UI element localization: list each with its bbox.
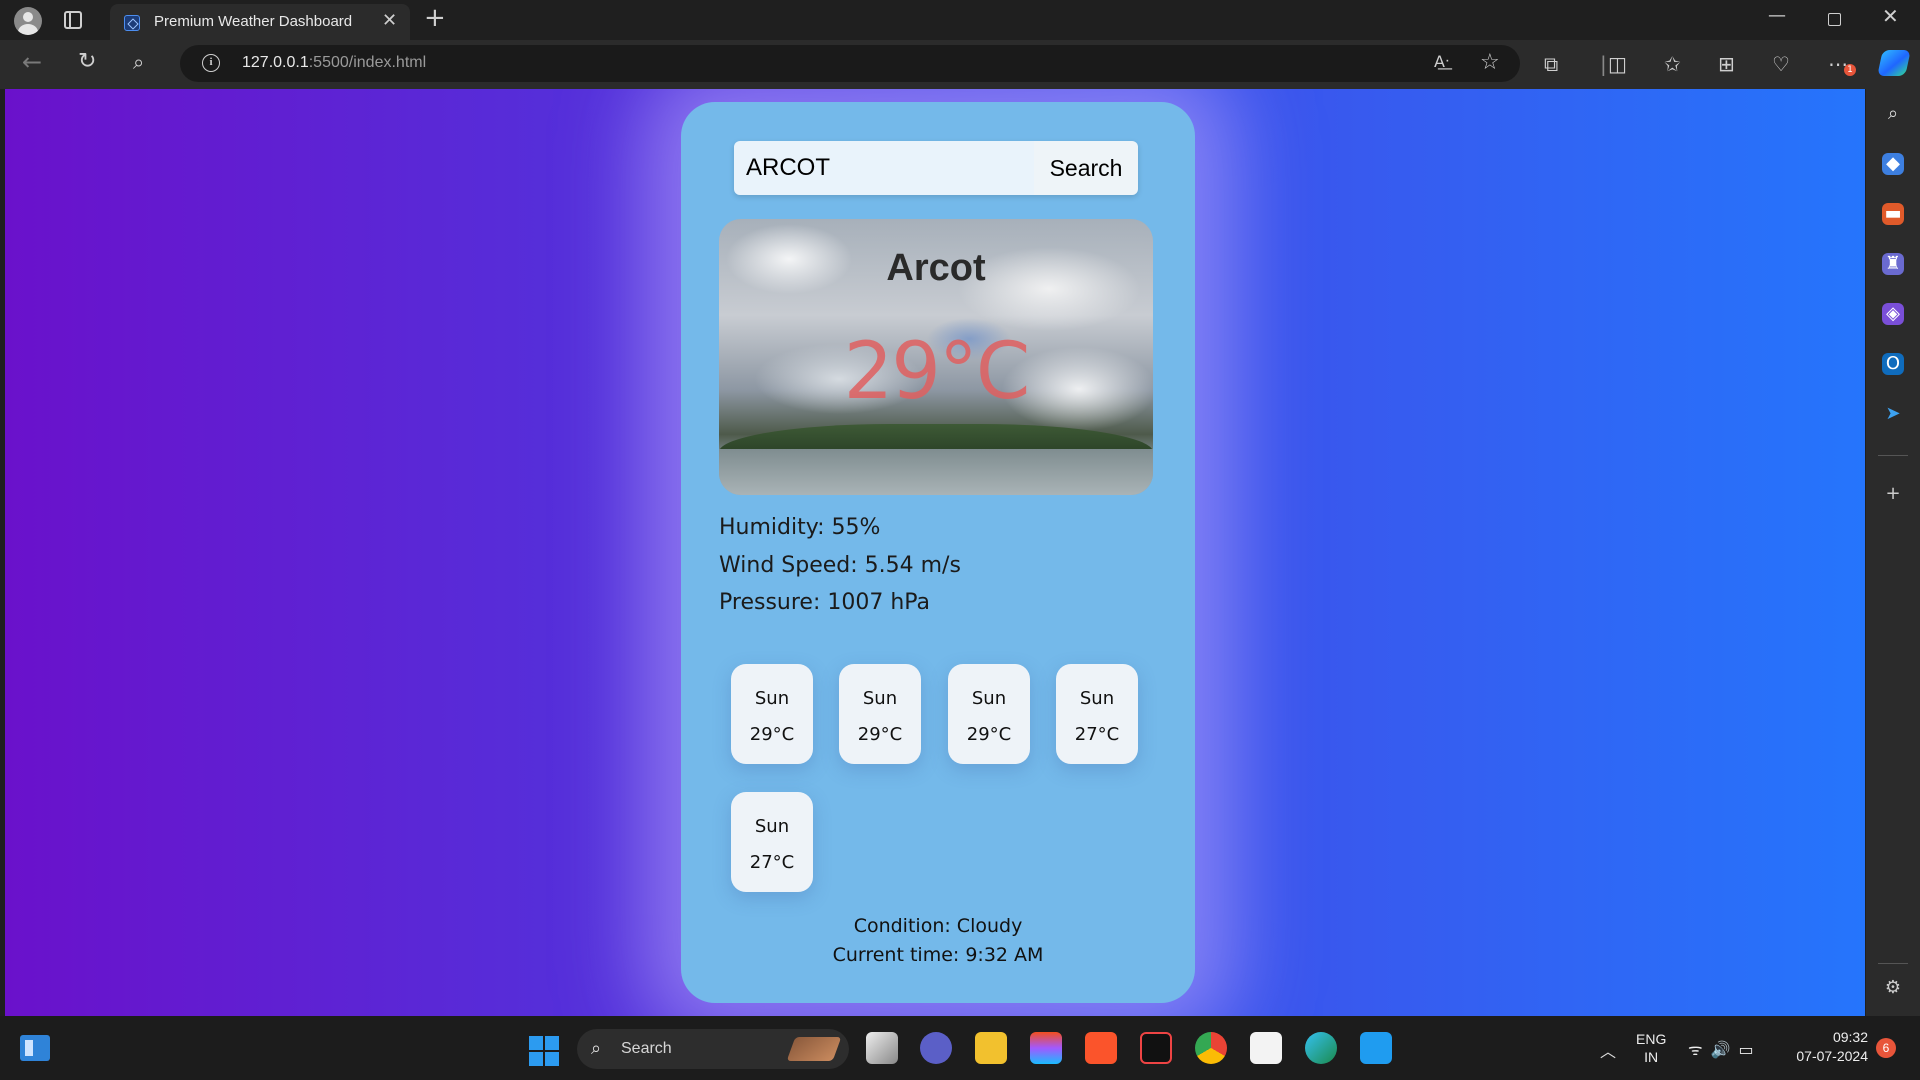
forecast-day: Sun — [754, 688, 790, 709]
tray-overflow-icon[interactable]: ︿ — [1600, 1038, 1616, 1062]
minimize-icon[interactable]: — — [1768, 6, 1786, 26]
teams-icon[interactable] — [920, 1032, 952, 1064]
sidebar-search-icon[interactable]: ⌕ — [1882, 103, 1904, 125]
search-icon[interactable]: ⌕ — [133, 52, 144, 72]
forecast-card: Sun 29°C — [948, 664, 1030, 764]
taskbar-search-label: Search — [621, 1040, 672, 1057]
forecast-card: Sun 29°C — [839, 664, 921, 764]
file-explorer-icon[interactable] — [975, 1032, 1007, 1064]
taskbar-search[interactable]: ⌕ Search — [577, 1029, 849, 1069]
system-tray-icons[interactable]: ᯤ🔊▭ — [1688, 1038, 1762, 1060]
forecast-day: Sun — [971, 688, 1007, 709]
forecast-temp: 29°C — [749, 724, 795, 745]
toolbar-badge: 1 — [1844, 64, 1856, 76]
brave-icon[interactable] — [1085, 1032, 1117, 1064]
widgets-icon[interactable] — [20, 1035, 50, 1061]
affinity-icon[interactable] — [1140, 1032, 1172, 1064]
collections-icon[interactable]: ⊞ — [1718, 52, 1735, 76]
search-button[interactable]: Search — [1034, 141, 1138, 195]
weather-card: Search Arcot 29°C Humidity: 55% Wind Spe… — [681, 102, 1195, 1003]
extensions-icon[interactable]: ⧉ — [1544, 52, 1558, 76]
sidebar-divider — [1878, 963, 1908, 964]
forecast-temp: 27°C — [749, 852, 795, 873]
add-sidebar-app-icon[interactable]: + — [1882, 483, 1904, 505]
language-indicator[interactable]: ENG IN — [1636, 1030, 1666, 1066]
forecast-day: Sun — [754, 816, 790, 837]
lang-top: ENG — [1636, 1031, 1667, 1047]
forecast-day: Sun — [1079, 688, 1115, 709]
clock-time: 09:32 — [1832, 1029, 1868, 1045]
split-screen-icon[interactable]: ◫ — [1608, 52, 1627, 76]
address-bar[interactable]: i 127.0.0.1:5500/index.html A͟ᐧ ☆ — [180, 45, 1520, 82]
toolbar-divider: | — [1600, 52, 1607, 76]
hero-tree-line — [719, 424, 1153, 452]
search-icon: ⌕ — [591, 1038, 602, 1059]
weather-hero-image: Arcot 29°C — [719, 219, 1153, 495]
shopping-tag-icon[interactable]: ◆ — [1882, 153, 1904, 175]
tab-title: Premium Weather Dashboard — [154, 13, 353, 30]
read-aloud-icon[interactable]: A͟ᐧ — [1434, 52, 1449, 71]
back-icon[interactable]: ← — [22, 50, 42, 74]
tab-actions-icon[interactable] — [64, 11, 82, 29]
wind-speed-stat: Wind Speed: 5.54 m/s — [719, 553, 961, 578]
tools-icon[interactable]: ▬ — [1882, 203, 1904, 225]
search-highlight-image — [786, 1037, 842, 1061]
browser-essentials-icon[interactable]: ♡ — [1772, 52, 1790, 76]
refresh-icon[interactable]: ↻ — [78, 51, 96, 73]
city-search-input[interactable] — [734, 141, 1034, 195]
pressure-stat: Pressure: 1007 hPa — [719, 590, 931, 615]
browser-title-bar: Premium Weather Dashboard ✕ + — ✕ — [0, 0, 1920, 40]
clock-date: 07-07-2024 — [1796, 1048, 1868, 1064]
tab-active[interactable]: Premium Weather Dashboard ✕ — [110, 4, 410, 40]
search-bar: Search — [734, 141, 1138, 195]
forecast-card: Sun 27°C — [731, 792, 813, 892]
tab-favicon-icon — [124, 15, 140, 31]
outlook-icon[interactable]: O — [1882, 353, 1904, 375]
city-name: Arcot — [886, 247, 986, 289]
start-button[interactable] — [529, 1036, 559, 1066]
chrome-icon[interactable] — [1195, 1032, 1227, 1064]
weather-condition: Condition: Cloudy — [853, 915, 1023, 937]
lang-bottom: IN — [1644, 1049, 1659, 1065]
restore-icon[interactable] — [1828, 13, 1841, 26]
page-viewport: Search Arcot 29°C Humidity: 55% Wind Spe… — [5, 89, 1865, 1016]
profile-avatar[interactable] — [14, 7, 42, 35]
notification-badge[interactable]: 6 — [1876, 1038, 1896, 1058]
task-view-icon[interactable] — [866, 1032, 898, 1064]
url-path: :5500/index.html — [308, 54, 427, 71]
humidity-stat: Humidity: 55% — [719, 515, 881, 540]
figma-icon[interactable] — [1030, 1032, 1062, 1064]
tab-close-icon[interactable]: ✕ — [382, 10, 397, 31]
games-icon[interactable]: ♜ — [1882, 253, 1904, 275]
new-tab-icon[interactable]: + — [424, 5, 446, 31]
edge-icon[interactable] — [1305, 1032, 1337, 1064]
forecast-temp: 27°C — [1074, 724, 1120, 745]
url-text[interactable]: 127.0.0.1:5500/index.html — [242, 54, 426, 72]
store-icon[interactable] — [1250, 1032, 1282, 1064]
drop-icon[interactable]: ➤ — [1882, 403, 1904, 425]
favorites-icon[interactable]: ✩ — [1664, 52, 1681, 76]
forecast-day: Sun — [862, 688, 898, 709]
forecast-card: Sun 27°C — [1056, 664, 1138, 764]
site-info-icon[interactable]: i — [202, 54, 220, 72]
microsoft365-icon[interactable]: ◈ — [1882, 303, 1904, 325]
sidebar-settings-icon[interactable]: ⚙ — [1882, 977, 1904, 999]
windows-taskbar: ⌕ Search ︿ ENG IN ᯤ🔊▭ 09:32 07-07-2024 6 — [0, 1016, 1920, 1080]
forecast-card: Sun 29°C — [731, 664, 813, 764]
current-time: Current time: 9:32 AM — [832, 944, 1044, 966]
hero-lake — [719, 449, 1153, 495]
vscode-icon[interactable] — [1360, 1032, 1392, 1064]
url-host: 127.0.0.1 — [242, 54, 309, 71]
clock[interactable]: 09:32 07-07-2024 — [1786, 1028, 1868, 1066]
browser-sidebar: ⌕ ◆ ▬ ♜ ◈ O ➤ + ⚙ — [1866, 89, 1920, 1016]
current-temperature: 29°C — [843, 327, 1031, 417]
favorite-star-icon[interactable]: ☆ — [1480, 50, 1500, 75]
close-window-icon[interactable]: ✕ — [1882, 6, 1899, 26]
sidebar-divider — [1878, 455, 1908, 456]
forecast-temp: 29°C — [857, 724, 903, 745]
forecast-temp: 29°C — [966, 724, 1012, 745]
